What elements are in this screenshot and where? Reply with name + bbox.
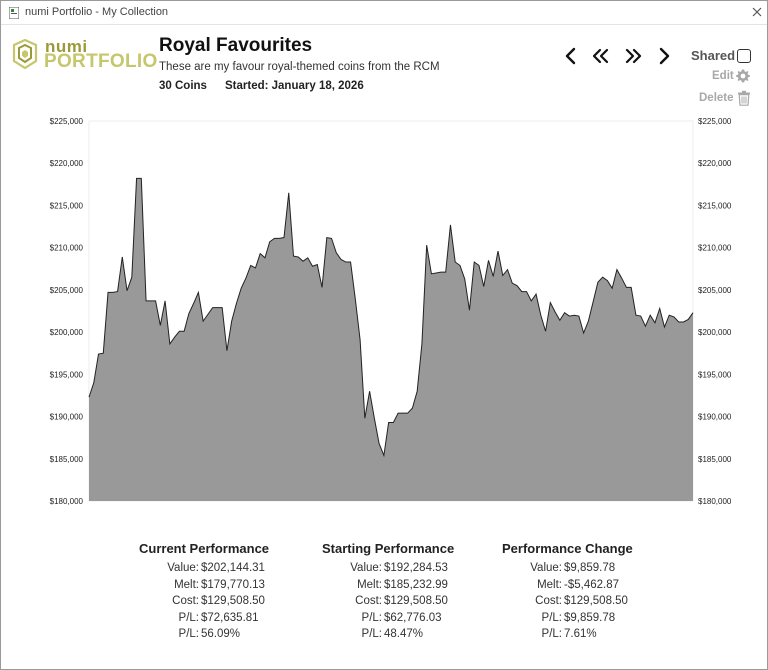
app-icon bbox=[9, 7, 19, 19]
shared-checkbox[interactable] bbox=[737, 49, 751, 63]
double-chevron-left-icon[interactable] bbox=[590, 45, 610, 67]
stat-row: Cost: $129,508.50 bbox=[502, 595, 662, 612]
close-icon[interactable] bbox=[748, 3, 766, 21]
current-performance-heading: Current Performance bbox=[139, 541, 270, 556]
delete-button[interactable]: Delete bbox=[699, 90, 753, 108]
y-tick-label-right: $220,000 bbox=[698, 159, 732, 168]
stat-label: Value: bbox=[350, 562, 382, 574]
y-tick-label-left: $210,000 bbox=[50, 244, 84, 253]
stat-row: Cost: $129,508.50 bbox=[322, 595, 482, 612]
y-tick-label-left: $185,000 bbox=[50, 455, 84, 464]
stat-value: $129,508.50 bbox=[384, 595, 448, 607]
window-title: numi Portfolio - My Collection bbox=[25, 6, 169, 18]
stat-value: $129,508.50 bbox=[201, 595, 265, 607]
y-tick-label-right: $200,000 bbox=[698, 328, 732, 337]
stat-value: $9,859.78 bbox=[564, 611, 616, 624]
y-tick-label-right: $195,000 bbox=[698, 370, 732, 379]
collection-description: These are my favour royal-themed coins f… bbox=[159, 61, 440, 73]
stat-value: 48.47% bbox=[384, 628, 424, 640]
stat-row: P/L: $9,859.78 bbox=[502, 612, 662, 629]
chevron-left-icon[interactable] bbox=[561, 45, 581, 67]
y-tick-label-right: $210,000 bbox=[698, 244, 732, 253]
y-tick-label-left: $205,000 bbox=[50, 286, 84, 295]
y-tick-label-right: $185,000 bbox=[698, 455, 732, 464]
stat-row: Value: $202,144.31 bbox=[139, 562, 299, 579]
stat-label: P/L: bbox=[178, 611, 199, 624]
logo-mark-icon bbox=[12, 39, 38, 69]
app-window: numi Portfolio - My Collection numi PORT… bbox=[0, 0, 768, 670]
stat-row: P/L: $62,776.03 bbox=[322, 612, 482, 629]
portfolio-value-chart: $180,000 $180,000 $185,000 $185,000 $190,000… bbox=[50, 117, 732, 506]
stat-row: P/L: 48.47% bbox=[322, 628, 482, 645]
stat-row: P/L: 56.09% bbox=[139, 628, 299, 645]
stat-label: Cost: bbox=[535, 595, 562, 607]
stat-row: P/L: 7.61% bbox=[502, 628, 662, 645]
edit-button[interactable]: Edit bbox=[712, 69, 752, 86]
double-chevron-right-icon[interactable] bbox=[624, 45, 644, 67]
y-tick-label-left: $180,000 bbox=[50, 497, 84, 506]
y-tick-label-left: $215,000 bbox=[50, 201, 84, 210]
stat-label: Cost: bbox=[172, 595, 199, 607]
stat-value: $192,284.53 bbox=[384, 562, 448, 574]
stat-value: $9,859.78 bbox=[564, 562, 616, 574]
stat-label: Value: bbox=[530, 562, 562, 574]
stat-label: Cost: bbox=[355, 595, 382, 607]
y-tick-label-right: $190,000 bbox=[698, 413, 732, 422]
y-tick-label-left: $200,000 bbox=[50, 328, 84, 337]
chevron-right-icon[interactable] bbox=[654, 45, 674, 67]
y-tick-label-right: $225,000 bbox=[698, 117, 732, 126]
stat-value: $62,776.03 bbox=[384, 611, 442, 624]
stat-row: Value: $192,284.53 bbox=[322, 562, 482, 579]
stat-row: Melt: $185,232.99 bbox=[322, 579, 482, 596]
gear-icon bbox=[736, 69, 750, 83]
delete-label: Delete bbox=[699, 92, 734, 104]
trash-icon bbox=[738, 90, 750, 106]
stat-label: Melt: bbox=[537, 578, 562, 591]
stat-label: P/L: bbox=[541, 611, 562, 624]
current-performance-panel: Current Performance Value: $202,144.31 Me… bbox=[139, 541, 299, 645]
stat-row: Melt: -$5,462.87 bbox=[502, 579, 662, 596]
stat-label: P/L: bbox=[178, 628, 199, 640]
performance-change-panel: Performance Change Value: $9,859.78 Melt:… bbox=[502, 541, 662, 645]
y-tick-label-left: $225,000 bbox=[50, 117, 84, 126]
starting-performance-heading: Starting Performance bbox=[322, 541, 455, 556]
stat-value: $129,508.50 bbox=[564, 595, 628, 607]
stat-label: Melt: bbox=[357, 578, 382, 591]
app-logo: numi PORTFOLIO bbox=[11, 37, 157, 73]
stat-row: P/L: $72,635.81 bbox=[139, 612, 299, 629]
stat-label: Melt: bbox=[174, 578, 199, 591]
y-tick-label-right: $180,000 bbox=[698, 497, 732, 506]
logo-text-portfolio: PORTFOLIO bbox=[44, 51, 158, 72]
stat-label: Value: bbox=[167, 562, 199, 574]
stat-row: Value: $9,859.78 bbox=[502, 562, 662, 579]
start-date: Started: January 18, 2026 bbox=[225, 80, 364, 92]
coin-count: 30 Coins bbox=[159, 80, 207, 92]
stat-value: 56.09% bbox=[201, 628, 241, 640]
stat-row: Melt: $179,770.13 bbox=[139, 579, 299, 596]
collection-meta: 30 Coins Started: January 18, 2026 bbox=[159, 80, 364, 92]
y-tick-label-left: $195,000 bbox=[50, 370, 84, 379]
y-tick-label-right: $205,000 bbox=[698, 286, 732, 295]
shared-label: Shared bbox=[691, 48, 736, 63]
stat-value: 7.61% bbox=[564, 628, 597, 640]
stat-value: $72,635.81 bbox=[201, 611, 259, 624]
performance-change-heading: Performance Change bbox=[502, 541, 633, 556]
stat-value: -$5,462.87 bbox=[564, 578, 619, 591]
stat-label: P/L: bbox=[541, 628, 562, 640]
stat-row: Cost: $129,508.50 bbox=[139, 595, 299, 612]
y-tick-label-right: $215,000 bbox=[698, 201, 732, 210]
stat-label: P/L: bbox=[361, 611, 382, 624]
title-bar: numi Portfolio - My Collection bbox=[1, 1, 767, 25]
starting-performance-panel: Starting Performance Value: $192,284.53 M… bbox=[322, 541, 482, 645]
y-tick-label-left: $220,000 bbox=[50, 159, 84, 168]
stat-value: $179,770.13 bbox=[201, 578, 265, 591]
y-tick-label-left: $190,000 bbox=[50, 413, 84, 422]
stat-value: $202,144.31 bbox=[201, 562, 265, 574]
collection-title: Royal Favourites bbox=[159, 35, 313, 56]
stat-label: P/L: bbox=[361, 628, 382, 640]
edit-label: Edit bbox=[712, 70, 734, 82]
stat-value: $185,232.99 bbox=[384, 578, 448, 591]
